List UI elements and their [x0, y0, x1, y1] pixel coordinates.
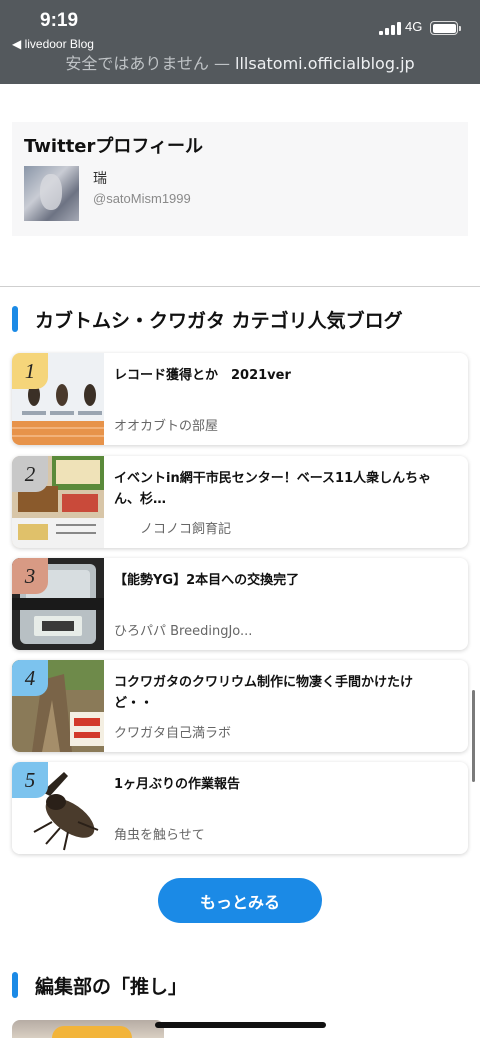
ranking-item-title[interactable]: コクワガタのクワリウム制作に物凄く手間かけたけど・・	[114, 672, 444, 714]
ranking-section-title: カブトムシ・クワガタ カテゴリ人気ブログ	[35, 310, 403, 332]
section-accent-bar	[12, 972, 18, 998]
home-indicator[interactable]	[155, 1022, 326, 1028]
ranking-item-blog[interactable]: ひろパパ BreedingJo...	[114, 620, 444, 639]
more-button[interactable]: もっとみる	[158, 878, 322, 923]
url-separator: —	[208, 54, 236, 73]
ranking-item-blog[interactable]: クワガタ自己満ラボ	[114, 722, 444, 741]
browser-header: 9:19 ◀ livedoor Blog 4G 安全ではありません — llls…	[0, 0, 480, 84]
ranking-item-1[interactable]: 1 レコード獲得とか 2021ver オオカブトの部屋	[12, 353, 468, 445]
ranking-item-3[interactable]: 3 【能勢YG】2本目への交換完了 ひろパパ BreedingJo...	[12, 558, 468, 650]
ranking-item-title[interactable]: 【能勢YG】2本目への交換完了	[114, 570, 444, 591]
network-type: 4G	[405, 19, 423, 34]
section-divider	[0, 286, 480, 287]
twitter-avatar[interactable]	[24, 166, 79, 221]
status-time: 9:19	[40, 10, 79, 31]
ranking-item-5[interactable]: 5 1ヶ月ぶりの作業報告 角虫を触らせて	[12, 762, 468, 854]
section-accent-bar	[12, 306, 18, 332]
ranking-item-title[interactable]: レコード獲得とか 2021ver	[114, 365, 444, 386]
ranking-item-title[interactable]: 1ヶ月ぶりの作業報告	[114, 774, 444, 795]
battery-icon	[430, 21, 461, 35]
cellular-signal-icon	[379, 22, 401, 35]
twitter-name[interactable]: 瑞	[93, 168, 107, 188]
url-host: lllsatomi.officialblog.jp	[235, 54, 415, 73]
editor-section-title: 編集部の「推し」	[35, 976, 188, 998]
security-warning: 安全ではありません	[65, 54, 209, 73]
ranking-item-blog[interactable]: オオカブトの部屋	[114, 415, 444, 434]
ranking-item-title[interactable]: イベントin網干市民センター！ベース11人衆しんちゃん、杉…	[114, 468, 444, 510]
ranking-item-2[interactable]: 2 イベントin網干市民センター！ベース11人衆しんちゃん、杉… ノコノコ飼育記	[12, 456, 468, 548]
ranking-item-4[interactable]: 4 コクワガタのクワリウム制作に物凄く手間かけたけど・・ クワガタ自己満ラボ	[12, 660, 468, 752]
rank-badge: 1	[12, 353, 48, 389]
rank-badge: 2	[12, 456, 48, 492]
twitter-profile-card: Twitterプロフィール 瑞 @satoMism1999	[12, 122, 468, 236]
scroll-indicator[interactable]	[472, 690, 475, 782]
twitter-profile-title: Twitterプロフィール	[24, 136, 204, 157]
rank-badge: 4	[12, 660, 48, 696]
twitter-handle[interactable]: @satoMism1999	[93, 191, 191, 206]
ranking-item-blog[interactable]: ノコノコ飼育記	[114, 518, 444, 537]
ranking-item-blog[interactable]: 角虫を触らせて	[114, 824, 444, 843]
editor-pick-thumbnail[interactable]	[12, 1020, 164, 1038]
address-bar[interactable]: 安全ではありません — lllsatomi.officialblog.jp	[0, 50, 480, 74]
rank-badge: 5	[12, 762, 48, 798]
rank-badge: 3	[12, 558, 48, 594]
back-to-app-link[interactable]: ◀ livedoor Blog	[12, 37, 94, 51]
